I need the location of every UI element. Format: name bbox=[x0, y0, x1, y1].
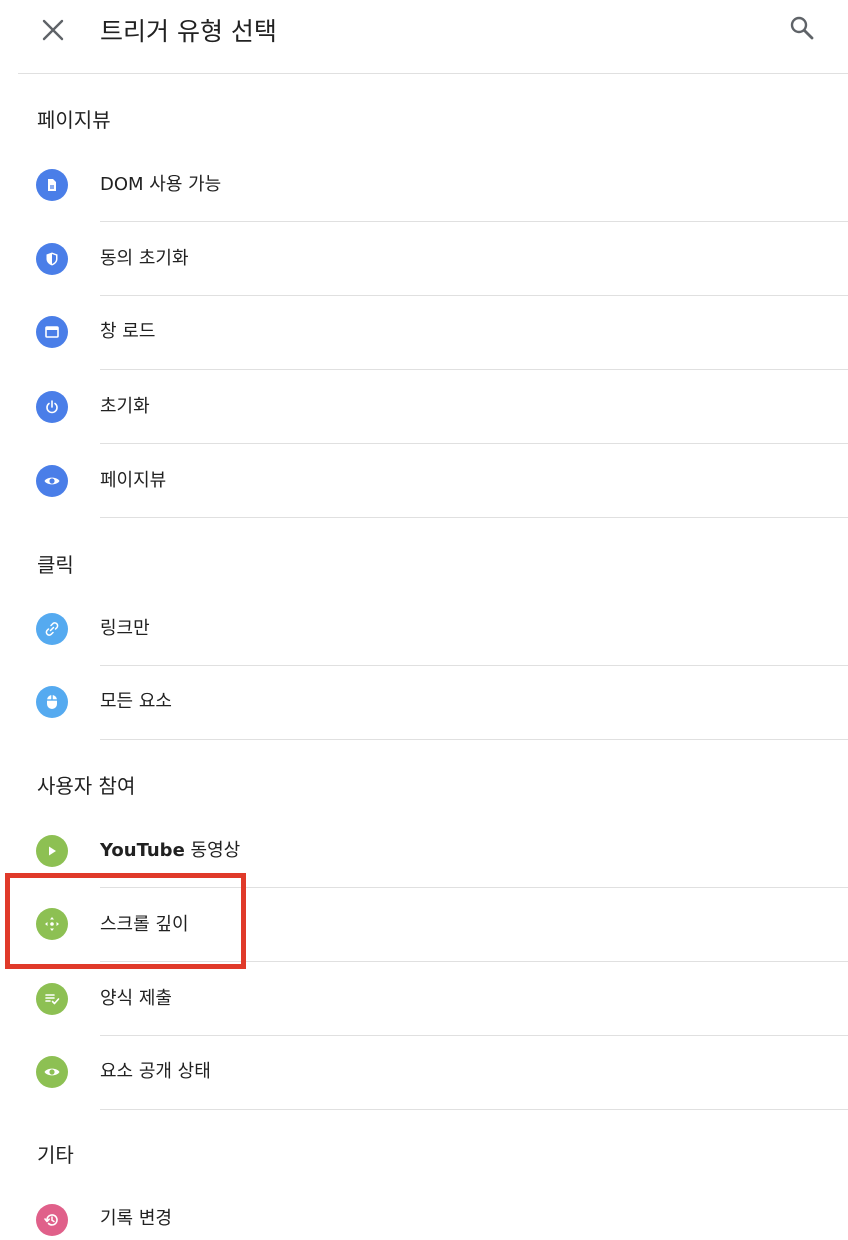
section-title-click: 클릭 bbox=[37, 553, 74, 577]
trigger-item-label-rest: 동영상 bbox=[184, 840, 241, 861]
trigger-item-label: 모든 요소 bbox=[100, 691, 172, 712]
close-icon bbox=[42, 19, 64, 45]
trigger-item-label: 창 로드 bbox=[100, 321, 156, 342]
power-icon bbox=[36, 391, 68, 423]
trigger-item-element-visibility[interactable]: 요소 공개 상태 bbox=[0, 1036, 848, 1110]
link-icon bbox=[36, 613, 68, 645]
trigger-item-form-submission[interactable]: 양식 제출 bbox=[0, 962, 848, 1036]
trigger-type-picker: 트리거 유형 선택 페이지뷰 DOM 사용 가능 동의 초기화 창 로드 초기화… bbox=[0, 0, 848, 1240]
eye-icon bbox=[36, 465, 68, 497]
trigger-item-dom-ready[interactable]: DOM 사용 가능 bbox=[0, 148, 848, 222]
search-icon bbox=[789, 15, 815, 45]
trigger-item-youtube-video[interactable]: YouTube 동영상 bbox=[0, 814, 848, 888]
trigger-item-all-elements[interactable]: 모든 요소 bbox=[0, 666, 848, 740]
page-title: 트리거 유형 선택 bbox=[100, 17, 277, 46]
mouse-icon bbox=[36, 686, 68, 718]
trigger-item-window-loaded[interactable]: 창 로드 bbox=[0, 296, 848, 370]
trigger-item-label: 스크롤 깊이 bbox=[100, 914, 189, 935]
trigger-item-label: 요소 공개 상태 bbox=[100, 1061, 211, 1082]
trigger-item-consent-init[interactable]: 동의 초기화 bbox=[0, 222, 848, 296]
search-button[interactable] bbox=[784, 12, 820, 48]
divider bbox=[100, 739, 848, 740]
history-icon bbox=[36, 1204, 68, 1236]
trigger-item-label: 초기화 bbox=[100, 396, 150, 417]
close-button[interactable] bbox=[36, 14, 70, 50]
divider bbox=[100, 1109, 848, 1110]
play-icon bbox=[36, 835, 68, 867]
eye-icon bbox=[36, 1056, 68, 1088]
trigger-item-label: 기록 변경 bbox=[100, 1208, 172, 1229]
trigger-item-scroll-depth[interactable]: 스크롤 깊이 bbox=[0, 888, 848, 962]
trigger-item-just-links[interactable]: 링크만 bbox=[0, 592, 848, 666]
section-title-other: 기타 bbox=[37, 1143, 74, 1167]
trigger-item-history-change[interactable]: 기록 변경 bbox=[0, 1183, 848, 1240]
trigger-item-label: 링크만 bbox=[100, 618, 150, 639]
trigger-item-initialization[interactable]: 초기화 bbox=[0, 370, 848, 444]
document-icon bbox=[36, 169, 68, 201]
trigger-item-label: 페이지뷰 bbox=[100, 470, 167, 491]
trigger-item-label: 동의 초기화 bbox=[100, 248, 189, 269]
header: 트리거 유형 선택 bbox=[18, 0, 848, 74]
divider bbox=[100, 517, 848, 518]
trigger-item-label-brand: YouTube bbox=[100, 840, 185, 861]
section-title-pageview: 페이지뷰 bbox=[37, 108, 111, 132]
trigger-item-label: DOM 사용 가능 bbox=[100, 174, 222, 195]
trigger-item-pageview[interactable]: 페이지뷰 bbox=[0, 444, 848, 518]
section-title-user-engagement: 사용자 참여 bbox=[37, 774, 136, 798]
window-icon bbox=[36, 316, 68, 348]
trigger-item-label: 양식 제출 bbox=[100, 988, 172, 1009]
shield-icon bbox=[36, 243, 68, 275]
form-check-icon bbox=[36, 983, 68, 1015]
trigger-item-label: YouTube 동영상 bbox=[100, 838, 240, 864]
move-icon bbox=[36, 908, 68, 940]
